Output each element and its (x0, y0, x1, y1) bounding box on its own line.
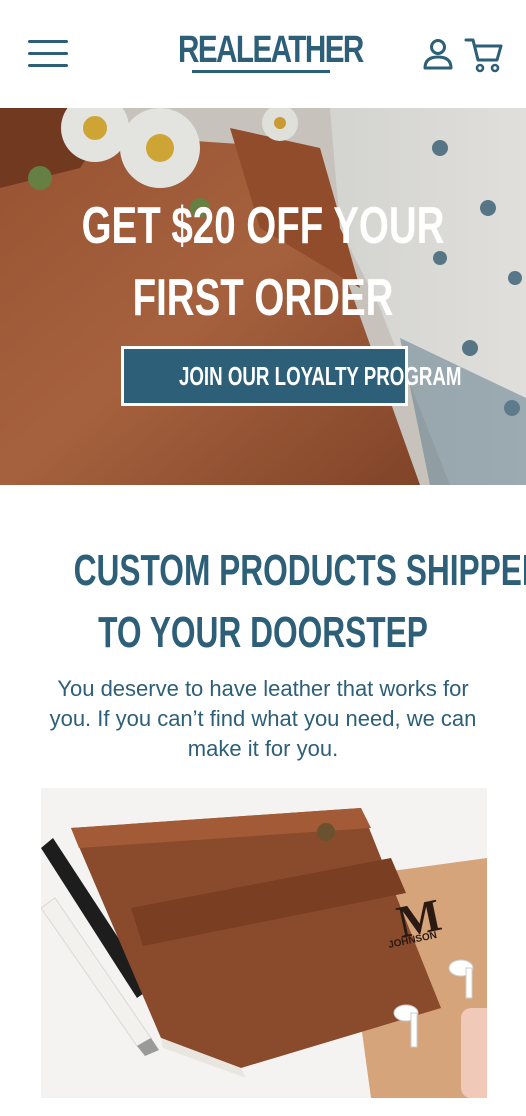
logo-text: REALEATHER (178, 29, 364, 71)
section-title: CUSTOM PRODUCTS SHIPPED TO YOUR DOORSTEP (0, 540, 526, 664)
join-loyalty-program-button[interactable]: JOIN OUR LOYALTY PROGRAM (121, 346, 462, 406)
hero-title-line-1: GET $20 OFF YOUR (81, 197, 445, 255)
hero-title-line-2: FIRST ORDER (132, 269, 394, 327)
hero-banner: GET $20 OFF YOUR FIRST ORDER JOIN OUR LO… (0, 108, 526, 485)
section-description: You deserve to have leather that works f… (49, 676, 477, 761)
logo-underline (192, 70, 330, 73)
hero-title: GET $20 OFF YOUR FIRST ORDER (0, 190, 526, 334)
journal-illustration: M JOHNSON (41, 808, 487, 1098)
logo[interactable]: REALEATHER (178, 28, 364, 80)
section-title-line-2: TO YOUR DOORSTEP (98, 608, 428, 657)
section-title-line-1: CUSTOM PRODUCTS SHIPPED (73, 546, 526, 595)
site-header: REALEATHER (0, 0, 526, 108)
hamburger-menu-icon[interactable] (28, 38, 70, 70)
join-loyalty-program-label: JOIN OUR LOYALTY PROGRAM (178, 361, 462, 391)
user-icon[interactable] (422, 38, 454, 70)
cart-icon[interactable] (464, 36, 504, 74)
custom-journal-image: M JOHNSON (41, 788, 487, 1098)
